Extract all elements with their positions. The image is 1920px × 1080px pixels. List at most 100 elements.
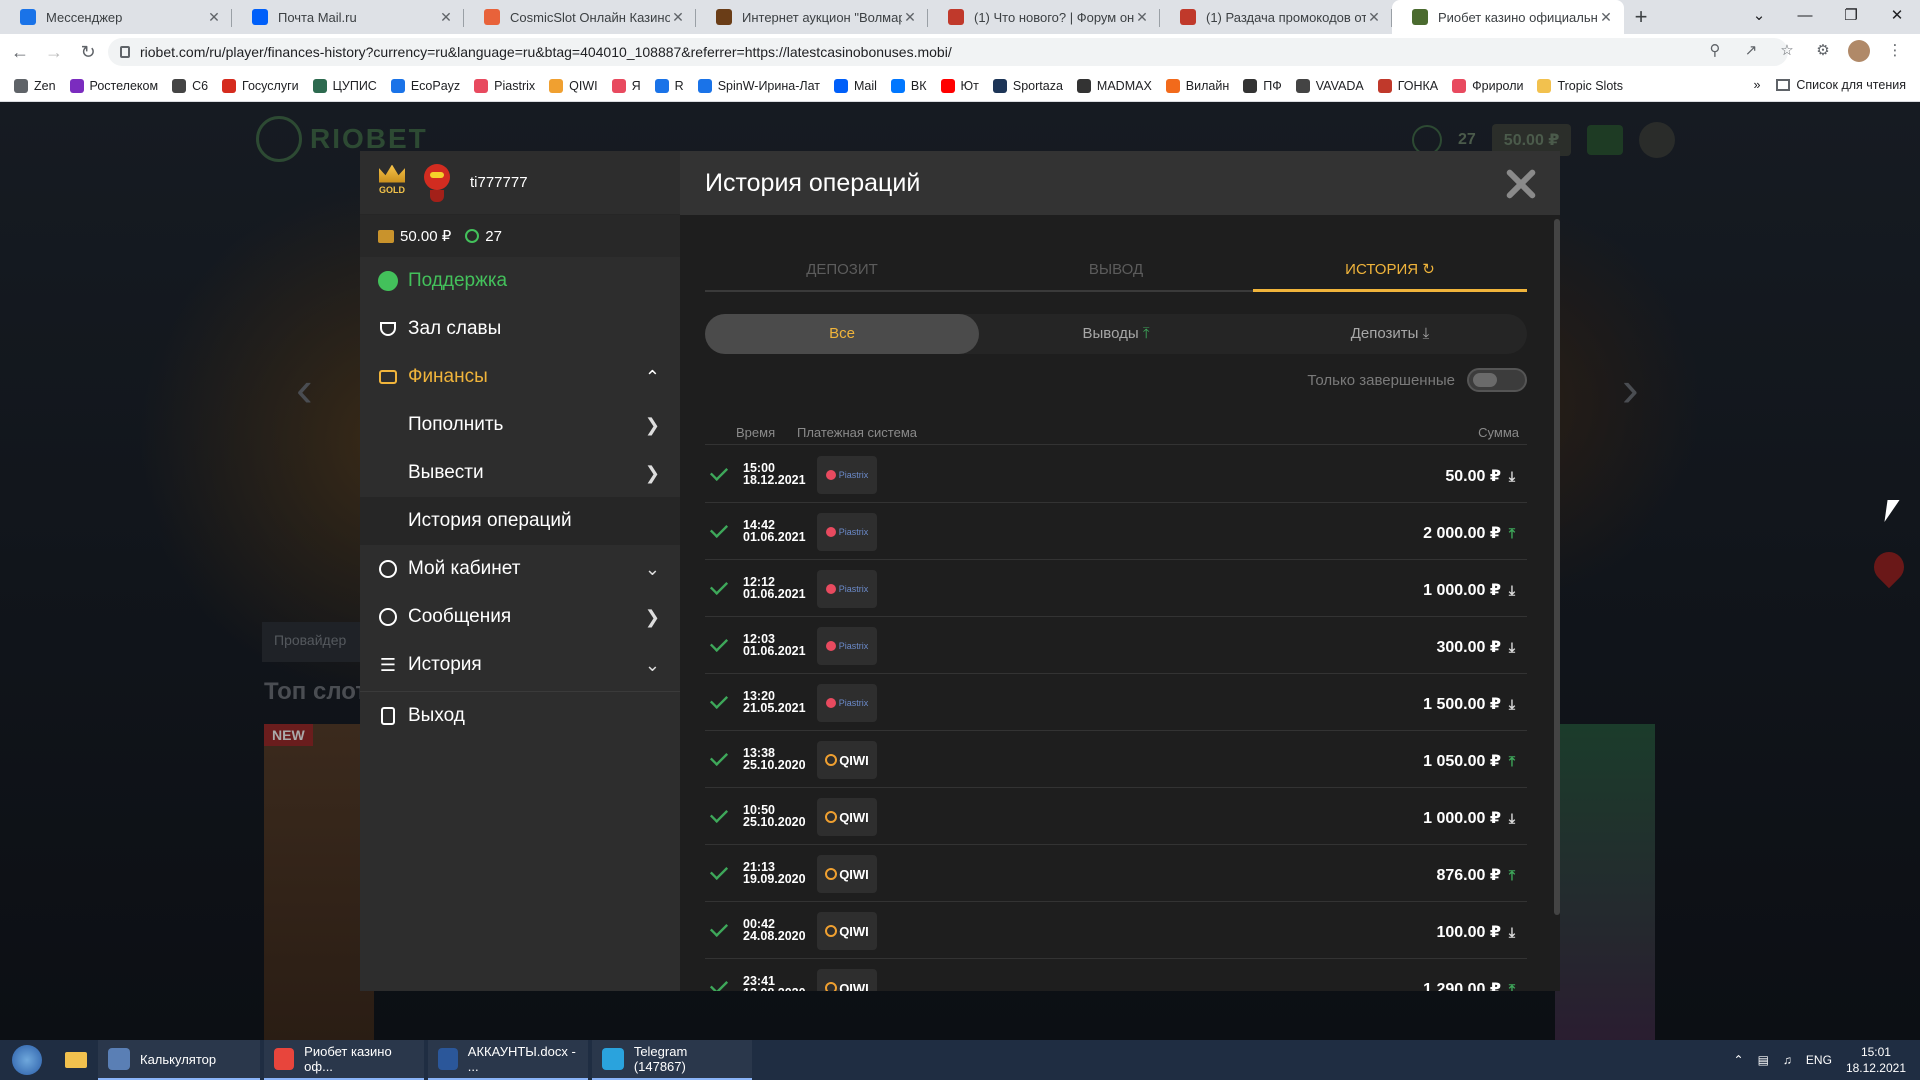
menu-operations-history[interactable]: История операций: [360, 497, 680, 545]
bookmark-item[interactable]: Фрироли: [1452, 78, 1523, 93]
carousel-next-icon[interactable]: ›: [1622, 360, 1639, 418]
table-row[interactable]: 00:42 24.08.2020 QIWI 100.00 ₽ ⤓: [705, 902, 1527, 959]
game-card[interactable]: [1555, 724, 1655, 1040]
filter-deposits[interactable]: Депозиты ⤓: [1253, 314, 1527, 354]
bookmarks-more-button[interactable]: »: [1753, 78, 1760, 92]
key-icon[interactable]: ⚲: [1704, 40, 1726, 62]
close-tab-icon[interactable]: ✕: [1366, 9, 1382, 26]
browser-tab[interactable]: Риобет казино официальный с✕: [1392, 0, 1624, 34]
filter-withdrawals[interactable]: Выводы ⤒: [979, 314, 1253, 354]
bookmark-item[interactable]: Mail: [833, 78, 877, 93]
bookmark-item[interactable]: Я: [611, 78, 641, 93]
browser-tab[interactable]: (1) Раздача промокодов от ка✕: [1160, 0, 1392, 34]
menu-hall-of-fame[interactable]: Зал славы: [360, 305, 680, 353]
table-row[interactable]: 15:00 18.12.2021 Piastrix 50.00 ₽ ⤓: [705, 446, 1527, 503]
bookmark-item[interactable]: EcoPayz: [390, 78, 460, 93]
table-row[interactable]: 12:12 01.06.2021 Piastrix 1 000.00 ₽ ⤓: [705, 560, 1527, 617]
extensions-icon[interactable]: ⚙: [1812, 40, 1834, 62]
bookmark-item[interactable]: Госуслуги: [222, 78, 299, 93]
bookmark-item[interactable]: Вилайн: [1165, 78, 1229, 93]
menu-deposit[interactable]: Пополнить ❯: [360, 401, 680, 449]
bookmark-item[interactable]: ЦУПИС: [312, 78, 377, 93]
profile-avatar[interactable]: [1848, 40, 1870, 62]
menu-history[interactable]: ☰ История ⌄: [360, 641, 680, 689]
maximize-icon[interactable]: ❐: [1828, 0, 1874, 34]
network-icon[interactable]: ▤: [1758, 1053, 1769, 1067]
language-indicator[interactable]: ENG: [1806, 1053, 1832, 1067]
site-menu-button[interactable]: [1639, 122, 1676, 158]
bookmark-item[interactable]: VAVADA: [1295, 78, 1364, 93]
close-icon[interactable]: [1500, 163, 1540, 203]
table-row[interactable]: 10:50 25.10.2020 QIWI 1 000.00 ₽ ⤓: [705, 788, 1527, 845]
refresh-icon[interactable]: ↻: [1422, 261, 1435, 278]
menu-finance[interactable]: Финансы ⌃: [360, 353, 680, 401]
menu-withdraw[interactable]: Вывести ❯: [360, 449, 680, 497]
close-tab-icon[interactable]: ✕: [1134, 9, 1150, 26]
bookmark-item[interactable]: C6: [172, 78, 208, 93]
share-icon[interactable]: ↗: [1740, 40, 1762, 62]
tab-search-icon[interactable]: ⌄: [1736, 0, 1782, 34]
menu-support[interactable]: Поддержка: [360, 257, 680, 305]
table-row[interactable]: 21:13 19.09.2020 QIWI 876.00 ₽ ⤒: [705, 845, 1527, 902]
bookmark-item[interactable]: Sportaza: [992, 78, 1063, 93]
table-row[interactable]: 12:03 01.06.2021 Piastrix 300.00 ₽ ⤓: [705, 617, 1527, 674]
table-row[interactable]: 14:42 01.06.2021 Piastrix 2 000.00 ₽ ⤒: [705, 503, 1527, 560]
tab-deposit[interactable]: ДЕПОЗИТ: [705, 254, 979, 290]
close-window-icon[interactable]: ✕: [1874, 0, 1920, 34]
explorer-button[interactable]: [54, 1040, 98, 1080]
taskbar-app[interactable]: АККАУНТЫ.docx - ...: [428, 1040, 588, 1080]
browser-tab[interactable]: Мессенджер ✕: [0, 0, 232, 34]
tab-history[interactable]: ИСТОРИЯ ↻: [1253, 254, 1527, 292]
table-row[interactable]: 13:38 25.10.2020 QIWI 1 050.00 ₽ ⤒: [705, 731, 1527, 788]
bookmark-item[interactable]: ПФ: [1243, 78, 1282, 93]
filter-all[interactable]: Все: [705, 314, 979, 354]
star-icon[interactable]: ☆: [1776, 40, 1798, 62]
bookmark-item[interactable]: Tropic Slots: [1537, 78, 1623, 93]
new-tab-button[interactable]: +: [1624, 0, 1658, 34]
bookmark-item[interactable]: R: [654, 78, 684, 93]
close-tab-icon[interactable]: ✕: [902, 9, 918, 26]
minimize-icon[interactable]: —: [1782, 0, 1828, 34]
carousel-prev-icon[interactable]: ‹: [296, 360, 313, 418]
browser-tab[interactable]: CosmicSlot Онлайн Казино | 10✕: [464, 0, 696, 34]
menu-messages[interactable]: Сообщения ❯: [360, 593, 680, 641]
scrollbar-thumb[interactable]: [1554, 219, 1560, 915]
tab-withdraw[interactable]: ВЫВОД: [979, 254, 1253, 290]
browser-tab[interactable]: (1) Что нового? | Форум онлай✕: [928, 0, 1160, 34]
bookmark-item[interactable]: ВК: [890, 78, 927, 93]
taskbar-app[interactable]: Telegram (147867): [592, 1040, 752, 1080]
volume-icon[interactable]: ♫: [1783, 1053, 1792, 1067]
bookmark-item[interactable]: Piastrix: [474, 78, 535, 93]
menu-logout[interactable]: Выход: [360, 691, 680, 739]
forward-icon[interactable]: →: [40, 42, 68, 63]
close-tab-icon[interactable]: ✕: [206, 9, 222, 26]
browser-tab[interactable]: Почта Mail.ru ✕: [232, 0, 464, 34]
back-icon[interactable]: ←: [6, 42, 34, 63]
taskbar-app[interactable]: Риобет казино оф...: [264, 1040, 424, 1080]
bookmark-item[interactable]: Ростелеком: [69, 78, 158, 93]
start-button[interactable]: [0, 1040, 54, 1080]
table-row[interactable]: 13:20 21.05.2021 Piastrix 1 500.00 ₽ ⤓: [705, 674, 1527, 731]
taskbar-app[interactable]: Калькулятор: [98, 1040, 260, 1080]
close-tab-icon[interactable]: ✕: [670, 9, 686, 26]
browser-menu-icon[interactable]: ⋮: [1884, 40, 1906, 62]
game-card[interactable]: [264, 724, 374, 1040]
completed-toggle[interactable]: [1467, 368, 1527, 392]
browser-tab[interactable]: Интернет аукцион "Волмар" - «✕: [696, 0, 928, 34]
bookmark-item[interactable]: Ют: [940, 78, 979, 93]
table-row[interactable]: 23:4113.08.2020 QIWI 1 290.00 ₽ ⤒: [705, 959, 1527, 991]
menu-cabinet[interactable]: Мой кабинет ⌄: [360, 545, 680, 593]
bookmark-item[interactable]: QIWI: [549, 78, 598, 93]
wallet-button[interactable]: [1587, 125, 1624, 155]
url-field[interactable]: riobet.com/ru/player/finances-history?cu…: [108, 38, 1788, 66]
bookmark-item[interactable]: MADMAX: [1076, 78, 1152, 93]
close-tab-icon[interactable]: ✕: [1598, 9, 1614, 26]
clock[interactable]: 15:01 18.12.2021: [1846, 1044, 1906, 1076]
reload-icon[interactable]: ↻: [74, 42, 102, 63]
bookmark-item[interactable]: SpinW-Ирина-Лат: [697, 78, 820, 93]
provider-filter[interactable]: Провайдер: [262, 622, 372, 662]
tray-expand-icon[interactable]: ⌃: [1734, 1053, 1744, 1067]
bookmark-item[interactable]: Zen: [14, 78, 56, 93]
close-tab-icon[interactable]: ✕: [438, 9, 454, 26]
bookmark-item[interactable]: ГОНКА: [1377, 78, 1438, 93]
